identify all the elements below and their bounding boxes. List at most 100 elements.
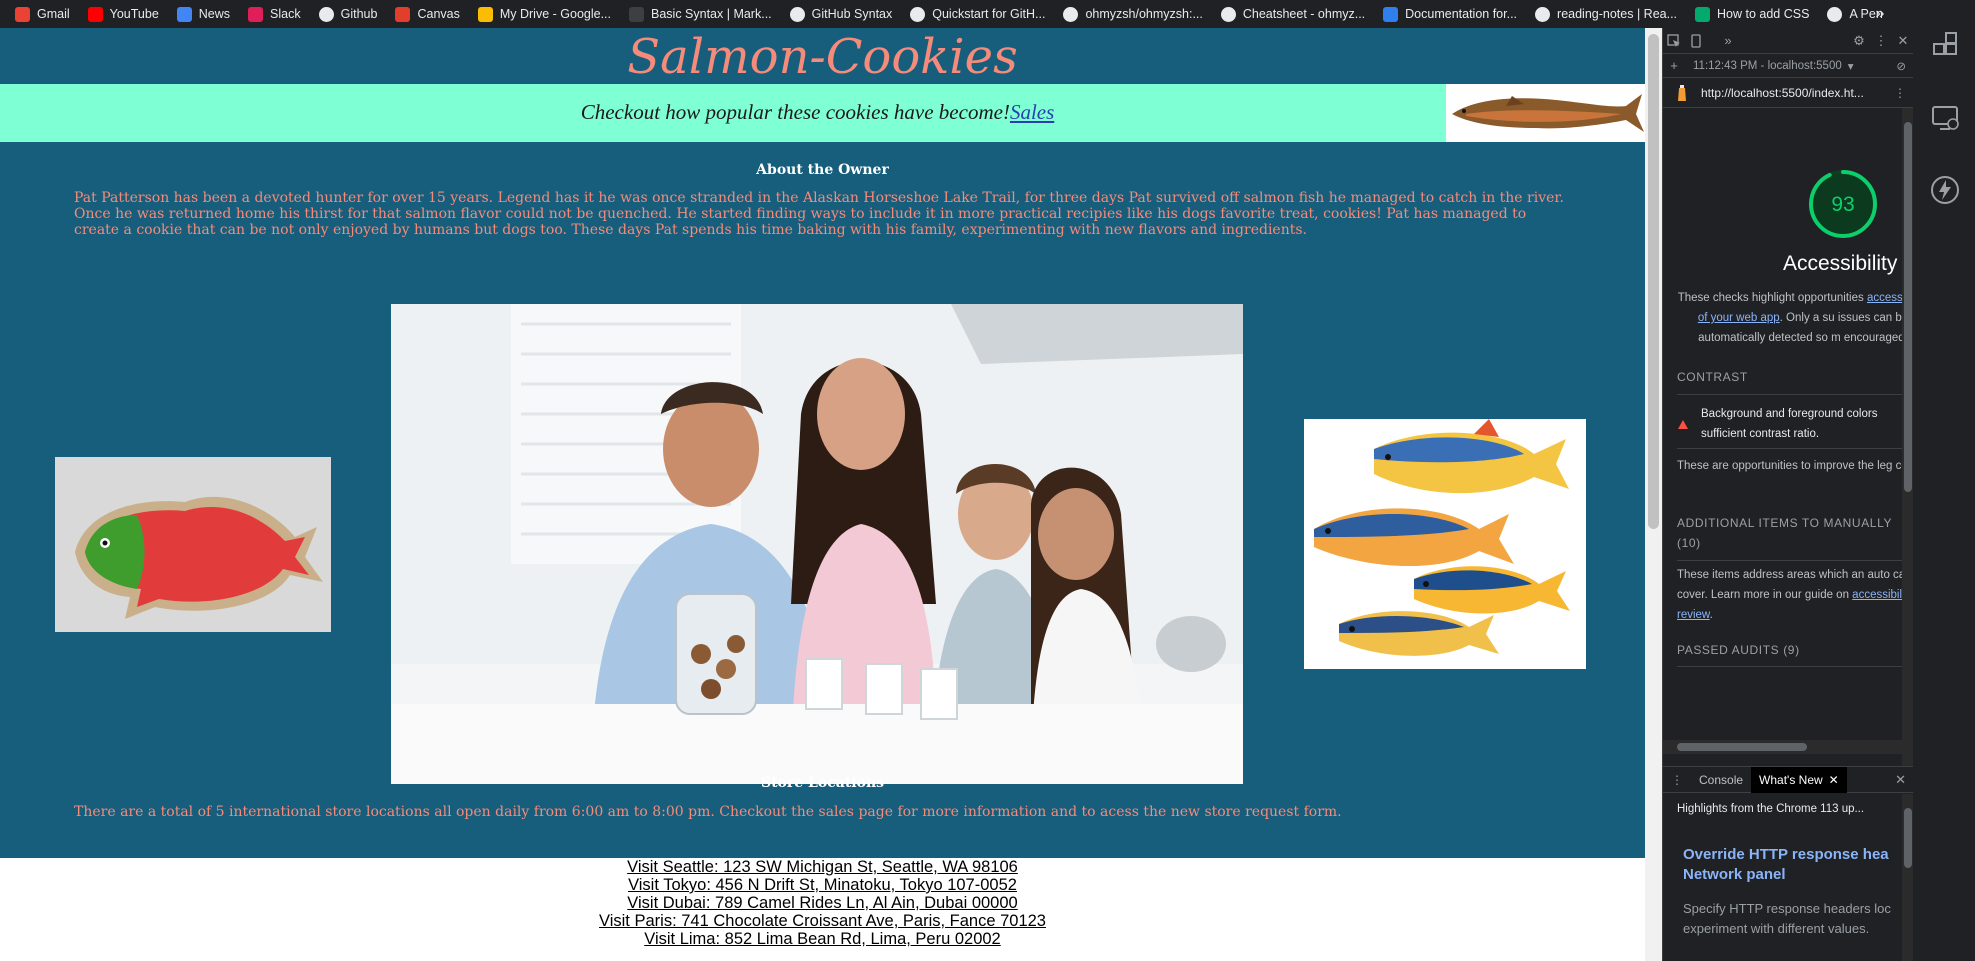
bookmark-item[interactable]: Documentation for... bbox=[1374, 0, 1526, 28]
bookmark-label: My Drive - Google... bbox=[499, 7, 611, 21]
bookmark-item[interactable]: Canvas bbox=[386, 0, 468, 28]
tab-whats-new[interactable]: What's New ✕ bbox=[1751, 766, 1847, 793]
bookmark-item[interactable]: GitHub Syntax bbox=[781, 0, 902, 28]
drive-icon bbox=[477, 6, 493, 22]
about-text: Pat Patterson has been a devoted hunter … bbox=[74, 190, 1565, 238]
bookmark-item[interactable]: How to add CSS bbox=[1686, 0, 1818, 28]
contrast-heading[interactable]: CONTRAST bbox=[1677, 370, 1748, 384]
report-scrollbar-thumb[interactable] bbox=[1904, 122, 1912, 492]
github-icon bbox=[1535, 6, 1551, 22]
drawer-tabs: ⋮ Console What's New ✕ ✕ bbox=[1663, 766, 1913, 793]
whats-new-headline[interactable]: Override HTTP response hea Network panel bbox=[1683, 845, 1913, 885]
lighthouse-report: 93 Accessibility These checks highlight … bbox=[1663, 108, 1908, 766]
location-link-lima[interactable]: Visit Lima: 852 Lima Bean Rd, Lima, Peru… bbox=[0, 930, 1645, 948]
gmail-icon bbox=[15, 6, 30, 22]
bookmark-item[interactable]: My Drive - Google... bbox=[469, 0, 620, 28]
description-text: These checks highlight opportunities bbox=[1677, 292, 1864, 304]
bookmark-item[interactable]: Github bbox=[310, 0, 387, 28]
report-horizontal-scrollbar[interactable] bbox=[1663, 740, 1902, 754]
github-icon bbox=[1063, 6, 1079, 22]
bookmark-label: How to add CSS bbox=[1717, 7, 1810, 21]
report-dropdown-icon[interactable]: ▾ bbox=[1848, 59, 1854, 73]
plus-icon[interactable]: + bbox=[1663, 55, 1685, 77]
category-description: These checks highlight opportunities acc… bbox=[1673, 288, 1908, 348]
site-title: Salmon-Cookies bbox=[627, 29, 1018, 85]
divider bbox=[1677, 448, 1908, 449]
bookmark-item[interactable]: Cheatsheet - ohmyz... bbox=[1212, 0, 1374, 28]
news-icon bbox=[176, 6, 192, 22]
bookmark-item[interactable]: News bbox=[168, 0, 239, 28]
github-icon bbox=[318, 6, 334, 22]
device-toggle-icon[interactable] bbox=[1685, 30, 1707, 52]
close-drawer-icon[interactable]: ✕ bbox=[1895, 772, 1906, 788]
settings-gear-icon[interactable]: ⚙ bbox=[1848, 30, 1870, 52]
contrast-note: These are opportunities to improve the l… bbox=[1677, 460, 1908, 472]
bookmark-label: Canvas bbox=[417, 7, 460, 21]
bookmark-item[interactable]: Basic Syntax | Mark... bbox=[620, 0, 781, 28]
about-heading: About the Owner bbox=[756, 162, 889, 178]
bookmark-item[interactable]: ohmyzsh/ohmyzsh:... bbox=[1054, 0, 1211, 28]
horizontal-scrollbar-thumb[interactable] bbox=[1677, 743, 1807, 751]
location-link-paris[interactable]: Visit Paris: 741 Chocolate Croissant Ave… bbox=[0, 912, 1645, 930]
bookmark-item[interactable]: reading-notes | Rea... bbox=[1526, 0, 1686, 28]
bookmark-item[interactable]: Quickstart for GitH... bbox=[901, 0, 1054, 28]
close-devtools-icon[interactable]: ✕ bbox=[1892, 30, 1913, 52]
bookmark-label: Quickstart for GitH... bbox=[932, 7, 1046, 21]
devtools-toolbar: » ⚙ ⋮ ✕ bbox=[1663, 28, 1913, 54]
tab-console[interactable]: Console bbox=[1691, 767, 1751, 793]
bookmarks-overflow-button[interactable]: » bbox=[1867, 0, 1893, 28]
additional-items-heading[interactable]: ADDITIONAL ITEMS TO MANUALLY (10) bbox=[1677, 513, 1907, 553]
bookmark-item[interactable]: YouTube bbox=[79, 0, 168, 28]
bookmark-label: GitHub Syntax bbox=[811, 7, 893, 21]
stores-heading: Store Locations bbox=[760, 775, 885, 791]
contrast-audit-item[interactable]: Background and foreground colors suffici… bbox=[1701, 404, 1908, 444]
drawer-scrollbar-thumb[interactable] bbox=[1904, 808, 1912, 868]
site-header: Salmon-Cookies bbox=[0, 28, 1645, 84]
family-photo bbox=[391, 304, 1243, 784]
devtools-drawer: ⋮ Console What's New ✕ ✕ Highlights from … bbox=[1663, 766, 1913, 961]
bookmarks-bar: Gmail YouTube News Slack Github Canvas My Driv… bbox=[0, 0, 1975, 28]
report-url: http://localhost:5500/index.ht... bbox=[1701, 85, 1864, 100]
drawer-scrollbar[interactable] bbox=[1902, 794, 1913, 961]
kebab-menu-icon[interactable]: ⋮ bbox=[1870, 30, 1892, 52]
location-link-tokyo[interactable]: Visit Tokyo: 456 N Drift St, Minatoku, T… bbox=[0, 876, 1645, 894]
divider bbox=[1677, 666, 1908, 667]
url-menu-icon[interactable]: ⋮ bbox=[1894, 86, 1906, 100]
inspect-icon[interactable] bbox=[1663, 30, 1685, 52]
report-time-host[interactable]: 11:12:43 PM - localhost:5500 bbox=[1693, 60, 1842, 72]
bookmark-label: Gmail bbox=[37, 7, 70, 21]
salmon-cookie-image bbox=[55, 457, 331, 632]
page-scrollbar-thumb[interactable] bbox=[1648, 34, 1659, 529]
passed-audits-heading[interactable]: PASSED AUDITS (9) bbox=[1677, 643, 1800, 657]
bookmark-item[interactable]: Slack bbox=[239, 0, 310, 28]
divider bbox=[1677, 394, 1908, 395]
bookmark-label: Slack bbox=[270, 7, 301, 21]
close-tab-icon[interactable]: ✕ bbox=[1829, 773, 1839, 787]
tab-groups-icon[interactable] bbox=[1929, 30, 1961, 62]
bookmark-item[interactable]: Gmail bbox=[6, 0, 79, 28]
bookmark-label: Cheatsheet - ohmyz... bbox=[1242, 7, 1366, 21]
performance-lightning-icon[interactable] bbox=[1929, 174, 1961, 206]
lighthouse-report-bar: + 11:12:43 PM - localhost:5500 ▾ ⊘ bbox=[1663, 54, 1913, 78]
bookmark-label: Basic Syntax | Mark... bbox=[651, 7, 772, 21]
report-scrollbar[interactable] bbox=[1902, 108, 1913, 766]
page-scrollbar[interactable] bbox=[1645, 28, 1662, 961]
clear-report-icon[interactable]: ⊘ bbox=[1896, 59, 1906, 73]
divider bbox=[1677, 560, 1908, 561]
main-section: About the Owner Pat Patterson has been a… bbox=[0, 142, 1645, 858]
vscode-icon bbox=[1383, 6, 1399, 22]
store-locations-list: Visit Seattle: 123 SW Michigan St, Seatt… bbox=[0, 858, 1645, 948]
bookmark-label: News bbox=[198, 7, 231, 21]
painted-fish-image bbox=[1304, 419, 1586, 669]
location-link-dubai[interactable]: Visit Dubai: 789 Camel Rides Ln, Al Ain,… bbox=[0, 894, 1645, 912]
screen-cast-icon[interactable] bbox=[1929, 102, 1961, 134]
drawer-menu-icon[interactable]: ⋮ bbox=[1663, 767, 1691, 793]
sales-link[interactable]: Sales bbox=[1010, 100, 1054, 124]
lighthouse-icon bbox=[1673, 84, 1691, 102]
browser-side-rail bbox=[1913, 0, 1975, 961]
bookmark-label: reading-notes | Rea... bbox=[1557, 7, 1678, 21]
more-tabs-icon[interactable]: » bbox=[1717, 30, 1739, 52]
location-link-seattle[interactable]: Visit Seattle: 123 SW Michigan St, Seatt… bbox=[0, 858, 1645, 876]
web-page: Salmon-Cookies Checkout how popular thes… bbox=[0, 28, 1645, 961]
youtube-icon bbox=[87, 6, 103, 22]
